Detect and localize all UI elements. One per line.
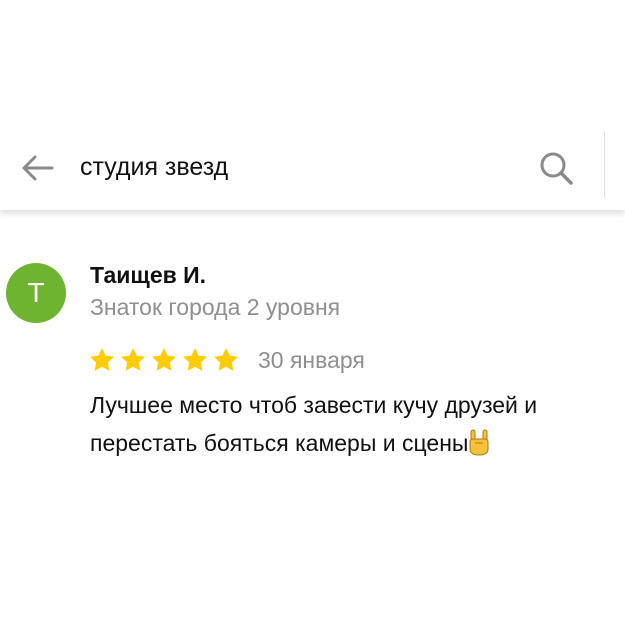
search-input[interactable]: студия звезд [80, 151, 228, 183]
arrow-left-icon [22, 155, 54, 181]
star-icon [214, 348, 238, 371]
author-name[interactable]: Таищев И. [90, 262, 206, 289]
review-text-line: Лучшее место чтоб завести кучу друзей и [90, 392, 538, 418]
review-text: Лучшее место чтоб завести кучу друзей и … [90, 386, 625, 462]
search-icon [540, 152, 573, 185]
page: студия звезд Т Таищев И. Знаток города 2… [0, 0, 625, 625]
review-text-line-content: перестать бояться камеры и сцены [90, 430, 469, 456]
star-icon [152, 348, 176, 371]
search-bar: студия звезд [0, 126, 625, 210]
review-text-line: перестать бояться камеры и сцены [90, 424, 625, 462]
rating-stars [88, 346, 240, 374]
rock-on-hand-emoji-icon [469, 429, 489, 456]
search-divider [604, 132, 605, 198]
author-level: Знаток города 2 уровня [90, 294, 341, 320]
back-button[interactable] [20, 152, 56, 184]
search-button[interactable] [538, 150, 576, 188]
star-icon [90, 348, 114, 371]
avatar[interactable]: Т [6, 263, 66, 323]
star-icon [183, 348, 207, 371]
review-date: 30 января [258, 347, 365, 373]
star-icon [121, 348, 145, 371]
